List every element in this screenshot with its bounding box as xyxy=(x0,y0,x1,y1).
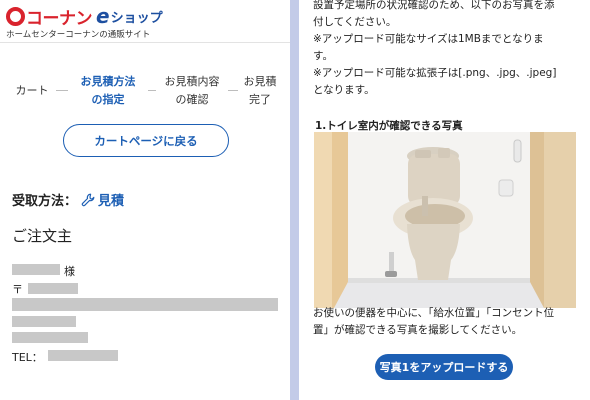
header-divider xyxy=(0,42,290,43)
receive-method-label: 受取方法： xyxy=(12,194,78,209)
postal-mark: 〒 xyxy=(12,283,23,296)
redacted-phone xyxy=(48,350,118,361)
honorific: 様 xyxy=(64,265,75,278)
logo-mark xyxy=(6,6,25,26)
toilet-sample-photo xyxy=(314,132,576,308)
step-estimate-confirm: お見積内容 の確認 xyxy=(164,75,220,106)
logo-e: e xyxy=(96,4,110,28)
redacted-address-line xyxy=(12,332,88,343)
step-cart: カート xyxy=(15,84,49,97)
panel-divider xyxy=(290,0,299,400)
redacted-address-line xyxy=(12,316,76,327)
orderer-heading: ご注文主 xyxy=(12,227,73,245)
redacted-name xyxy=(12,264,60,275)
step-connector xyxy=(148,90,156,91)
toilet-photo-illustration xyxy=(314,132,576,308)
receive-method: 受取方法： 見積 xyxy=(12,190,124,209)
receive-method-value: 見積 xyxy=(81,190,124,209)
photo-section-title: 1.トイレ室内が確認できる写真 xyxy=(315,120,463,132)
step-estimate-method: お見積方法 の指定 xyxy=(80,75,136,106)
wrench-icon xyxy=(81,193,95,206)
right-panel: 設置予定場所の状況確認のため、以下のお写真を添 付してください。 ※アップロード… xyxy=(299,0,590,400)
tel-label: TEL： xyxy=(12,351,43,364)
redacted-address-line xyxy=(12,298,278,311)
step-connector xyxy=(56,90,68,91)
instruction-text: 設置予定場所の状況確認のため、以下のお写真を添 付してください。 ※アップロード… xyxy=(313,0,557,96)
step-connector xyxy=(228,90,238,91)
back-to-cart-button[interactable]: カートページに戻る xyxy=(63,124,229,157)
logo-text: コーナン xyxy=(26,8,93,29)
step-estimate-complete: お見積 完了 xyxy=(243,75,277,106)
upload-photo-1-button[interactable]: 写真1をアップロードする xyxy=(375,354,513,380)
progress-steps: カート お見積方法 の指定 お見積内容 の確認 お見積 完了 xyxy=(0,73,290,113)
logo-shop: ショップ xyxy=(110,10,163,26)
konan-logo[interactable]: コーナン e ショップ xyxy=(6,4,163,29)
left-panel: コーナン e ショップ ホームセンターコーナンの通販サイト カート お見積方法の… xyxy=(0,0,290,400)
receive-method-value-text: 見積 xyxy=(98,194,125,209)
photo-caption: お使いの便器を中心に、「給水位置」「コンセント位 置」が確認できる写真を撮影して… xyxy=(313,307,555,336)
redacted-postal-code xyxy=(28,283,78,294)
tagline: ホームセンターコーナンの通販サイト xyxy=(6,30,151,40)
